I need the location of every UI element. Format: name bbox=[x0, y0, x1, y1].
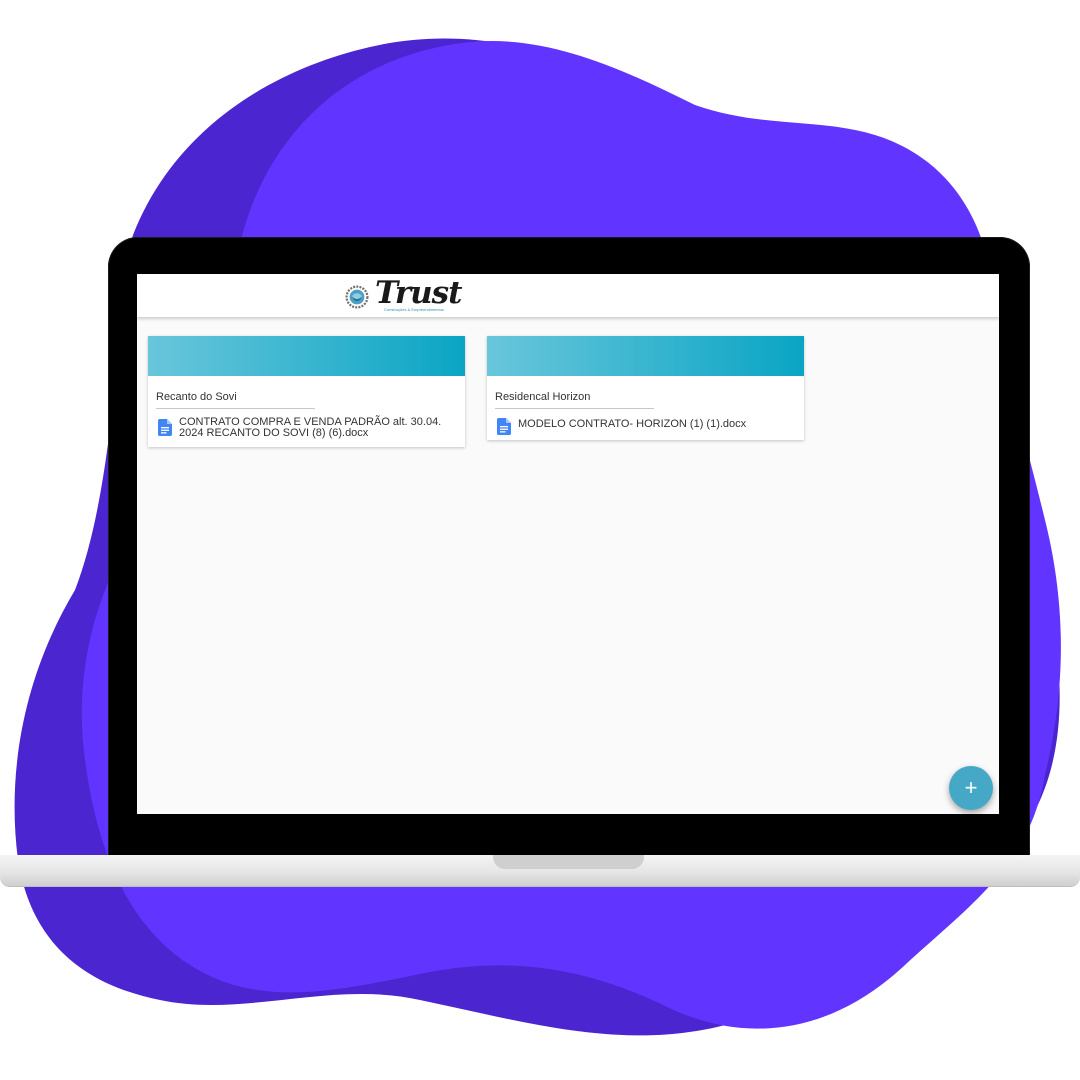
app-screen: Trust Construções & Empreendimentos Reca… bbox=[137, 274, 999, 814]
file-item[interactable]: MODELO CONTRATO- HORIZON (1) (1).docx bbox=[497, 416, 797, 436]
card-title: Recanto do Sovi bbox=[156, 391, 237, 403]
card-banner bbox=[148, 336, 465, 376]
file-name: CONTRATO COMPRA E VENDA PADRÃO alt. 30.0… bbox=[179, 416, 442, 439]
trust-logo-icon bbox=[345, 285, 369, 309]
document-icon bbox=[497, 418, 511, 435]
card-divider bbox=[495, 408, 654, 409]
property-card-recanto-do-sovi[interactable]: Recanto do Sovi CONTRATO COMPRA E VENDA … bbox=[148, 336, 465, 447]
card-title: Residencal Horizon bbox=[495, 391, 591, 403]
add-button[interactable]: + bbox=[949, 766, 993, 810]
property-card-residencal-horizon[interactable]: Residencal Horizon MODELO CONTRATO- HORI… bbox=[487, 336, 804, 440]
card-banner bbox=[487, 336, 804, 376]
laptop-trackpad-notch bbox=[493, 855, 644, 869]
document-icon bbox=[158, 419, 172, 436]
file-name: MODELO CONTRATO- HORIZON (1) (1).docx bbox=[518, 418, 747, 430]
device-mockup: Trust Construções & Empreendimentos Reca… bbox=[0, 0, 1080, 1080]
plus-icon: + bbox=[964, 775, 978, 800]
logo-tagline: Construções & Empreendimentos bbox=[384, 307, 444, 312]
card-divider bbox=[156, 408, 315, 409]
trust-logo[interactable]: Trust Construções & Empreendimentos bbox=[345, 275, 462, 315]
app-header: Trust Construções & Empreendimentos bbox=[137, 274, 999, 317]
file-item[interactable]: CONTRATO COMPRA E VENDA PADRÃO alt. 30.0… bbox=[158, 415, 458, 443]
